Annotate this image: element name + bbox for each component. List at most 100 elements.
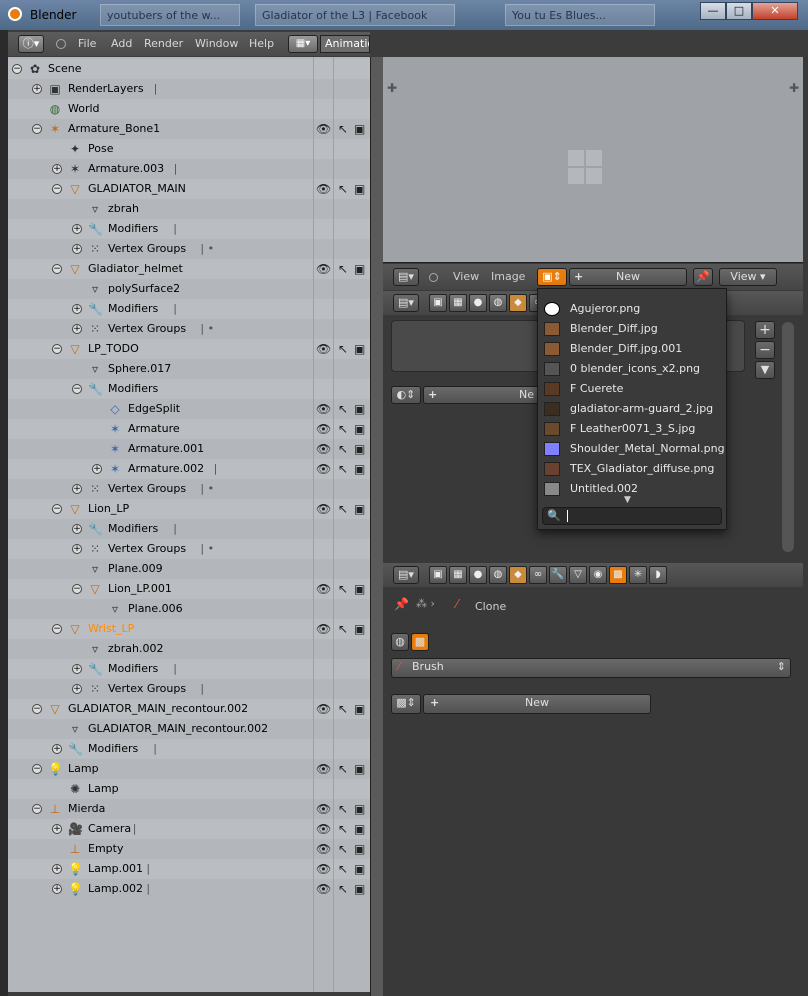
- visibility-eye-icon[interactable]: 👁: [316, 579, 331, 599]
- scrollbar[interactable]: [782, 322, 794, 552]
- remove-slot-button[interactable]: −: [755, 341, 775, 359]
- brush-texture-browse-button[interactable]: ▩⇕: [391, 694, 421, 714]
- texture-tab-icon[interactable]: ▩: [609, 566, 627, 584]
- image-viewport[interactable]: ✚ ✚: [383, 57, 803, 263]
- render-camera-icon[interactable]: ▣: [354, 339, 365, 359]
- outliner-item-label[interactable]: Modifiers: [108, 219, 158, 239]
- outliner-item-label[interactable]: Modifiers: [108, 379, 158, 399]
- outliner-item-label[interactable]: Modifiers: [88, 739, 138, 759]
- expand-toggle-icon[interactable]: +: [72, 304, 82, 314]
- collapse-toggle-icon[interactable]: −: [12, 64, 22, 74]
- image-browser-item[interactable]: Blender_Diff.jpg.001: [542, 339, 722, 359]
- menu-help[interactable]: Help: [249, 36, 274, 52]
- visibility-eye-icon[interactable]: 👁: [316, 859, 331, 879]
- outliner-item-label[interactable]: Scene: [48, 59, 82, 79]
- expand-toggle-icon[interactable]: +: [72, 544, 82, 554]
- expand-toggle-icon[interactable]: +: [52, 824, 62, 834]
- outliner-item-label[interactable]: Mierda: [68, 799, 105, 819]
- visibility-eye-icon[interactable]: 👁: [316, 419, 331, 439]
- region-expand-icon[interactable]: ✚: [789, 81, 799, 95]
- visibility-eye-icon[interactable]: 👁: [316, 619, 331, 639]
- image-browser-item[interactable]: TEX_Gladiator_diffuse.png: [542, 459, 722, 479]
- collapse-toggle-icon[interactable]: −: [32, 804, 42, 814]
- visibility-eye-icon[interactable]: 👁: [316, 879, 331, 899]
- outliner-item-label[interactable]: Lion_LP: [88, 499, 129, 519]
- selectable-arrow-icon[interactable]: ↖: [338, 459, 348, 479]
- visibility-eye-icon[interactable]: 👁: [316, 339, 331, 359]
- render-camera-icon[interactable]: ▣: [354, 699, 365, 719]
- outliner-item-label[interactable]: Vertex Groups: [108, 679, 186, 699]
- selectable-arrow-icon[interactable]: ↖: [338, 859, 348, 879]
- menu-add[interactable]: Add: [111, 36, 132, 52]
- visibility-eye-icon[interactable]: 👁: [316, 179, 331, 199]
- expand-toggle-icon[interactable]: +: [72, 664, 82, 674]
- editor-type-button[interactable]: ▤▾: [393, 566, 419, 584]
- render-tab-icon[interactable]: ▣: [429, 566, 447, 584]
- outliner-item-label[interactable]: Plane.009: [108, 559, 163, 579]
- info-editor-type-button[interactable]: ⓘ▾: [18, 35, 44, 53]
- maximize-button[interactable]: □: [726, 2, 752, 20]
- render-camera-icon[interactable]: ▣: [354, 759, 365, 779]
- expand-toggle-icon[interactable]: +: [52, 884, 62, 894]
- collapse-toggle-icon[interactable]: −: [52, 344, 62, 354]
- outliner-item-label[interactable]: Modifiers: [108, 299, 158, 319]
- visibility-eye-icon[interactable]: 👁: [316, 499, 331, 519]
- selectable-arrow-icon[interactable]: ↖: [338, 439, 348, 459]
- render-camera-icon[interactable]: ▣: [354, 799, 365, 819]
- image-search-input[interactable]: 🔍: [542, 507, 722, 525]
- texture-user-select[interactable]: ⁄ Brush ⇕: [391, 658, 791, 678]
- selectable-arrow-icon[interactable]: ↖: [338, 619, 348, 639]
- add-slot-button[interactable]: +: [755, 321, 775, 339]
- region-expand-icon[interactable]: ✚: [387, 81, 397, 95]
- selectable-arrow-icon[interactable]: ↖: [338, 499, 348, 519]
- scene-tab-icon[interactable]: ●: [469, 566, 487, 584]
- render-camera-icon[interactable]: ▣: [354, 579, 365, 599]
- layers-tab-icon[interactable]: ▦: [449, 566, 467, 584]
- collapse-toggle-icon[interactable]: −: [52, 184, 62, 194]
- render-camera-icon[interactable]: ▣: [354, 859, 365, 879]
- selectable-arrow-icon[interactable]: ↖: [338, 839, 348, 859]
- expand-toggle-icon[interactable]: +: [92, 464, 102, 474]
- expand-toggle-icon[interactable]: +: [52, 744, 62, 754]
- render-camera-icon[interactable]: ▣: [354, 399, 365, 419]
- outliner-item-label[interactable]: GLADIATOR_MAIN_recontour.002: [88, 719, 268, 739]
- image-browser-item[interactable]: Untitled.002: [542, 479, 722, 499]
- outliner-item-label[interactable]: Plane.006: [128, 599, 183, 619]
- world-tab-icon[interactable]: ◍: [489, 566, 507, 584]
- outliner-item-label[interactable]: RenderLayers: [68, 79, 144, 99]
- expand-toggle-icon[interactable]: +: [72, 684, 82, 694]
- selectable-arrow-icon[interactable]: ↖: [338, 579, 348, 599]
- expand-toggle-icon[interactable]: +: [52, 864, 62, 874]
- data-tab-icon[interactable]: ▽: [569, 566, 587, 584]
- outliner-item-label[interactable]: zbrah: [108, 199, 139, 219]
- modifier-tab-icon[interactable]: 🔧: [549, 566, 567, 584]
- visibility-eye-icon[interactable]: 👁: [316, 399, 331, 419]
- collapse-toggle-icon[interactable]: −: [52, 624, 62, 634]
- render-camera-icon[interactable]: ▣: [354, 499, 365, 519]
- image-browser-item[interactable]: Blender_Diff.jpg: [542, 319, 722, 339]
- render-tab-icon[interactable]: ▣: [429, 294, 447, 312]
- outliner-item-label[interactable]: Pose: [88, 139, 113, 159]
- outliner-item-label[interactable]: Wrist_LP: [88, 619, 134, 639]
- new-image-button[interactable]: + New: [569, 268, 687, 286]
- image-browser-item[interactable]: F Leather0071_3_S.jpg: [542, 419, 722, 439]
- visibility-eye-icon[interactable]: 👁: [316, 799, 331, 819]
- visibility-eye-icon[interactable]: 👁: [316, 819, 331, 839]
- outliner-item-label[interactable]: Lion_LP.001: [108, 579, 172, 599]
- outliner-item-label[interactable]: Vertex Groups: [108, 479, 186, 499]
- screen-name-field[interactable]: Animatio: [320, 35, 370, 53]
- world-tab-icon[interactable]: ◍: [489, 294, 507, 312]
- particles-tab-icon[interactable]: ✳: [629, 566, 647, 584]
- outliner-item-label[interactable]: Modifiers: [108, 519, 158, 539]
- collapse-toggle-icon[interactable]: −: [72, 384, 82, 394]
- expand-toggle-icon[interactable]: +: [72, 244, 82, 254]
- outliner-item-label[interactable]: GLADIATOR_MAIN_recontour.002: [68, 699, 248, 719]
- collapse-icon[interactable]: [56, 39, 66, 49]
- slot-menu-button[interactable]: ▼: [755, 361, 775, 379]
- render-camera-icon[interactable]: ▣: [354, 839, 365, 859]
- menu-file[interactable]: File: [78, 36, 96, 52]
- texture-type-world-icon[interactable]: ◍: [391, 633, 409, 651]
- image-browse-button[interactable]: ▣⇕: [537, 268, 567, 286]
- outliner-item-label[interactable]: Lamp.001: [88, 859, 143, 879]
- menu-render[interactable]: Render: [144, 36, 183, 52]
